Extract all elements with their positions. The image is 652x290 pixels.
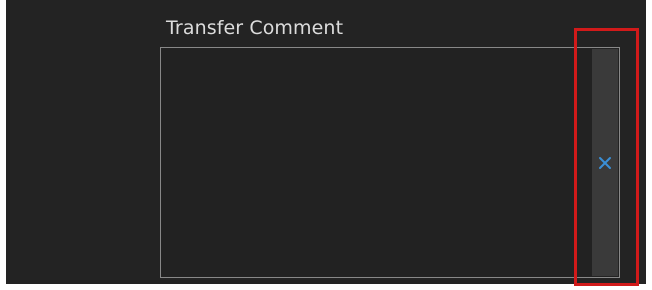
transfer-comment-input[interactable] bbox=[161, 48, 591, 277]
clear-comment-button[interactable] bbox=[592, 49, 618, 276]
transfer-comment-label: Transfer Comment bbox=[166, 17, 344, 39]
close-icon bbox=[592, 49, 618, 276]
transfer-comment-field[interactable] bbox=[160, 47, 620, 278]
transfer-comment-panel: Transfer Comment bbox=[6, 0, 646, 284]
